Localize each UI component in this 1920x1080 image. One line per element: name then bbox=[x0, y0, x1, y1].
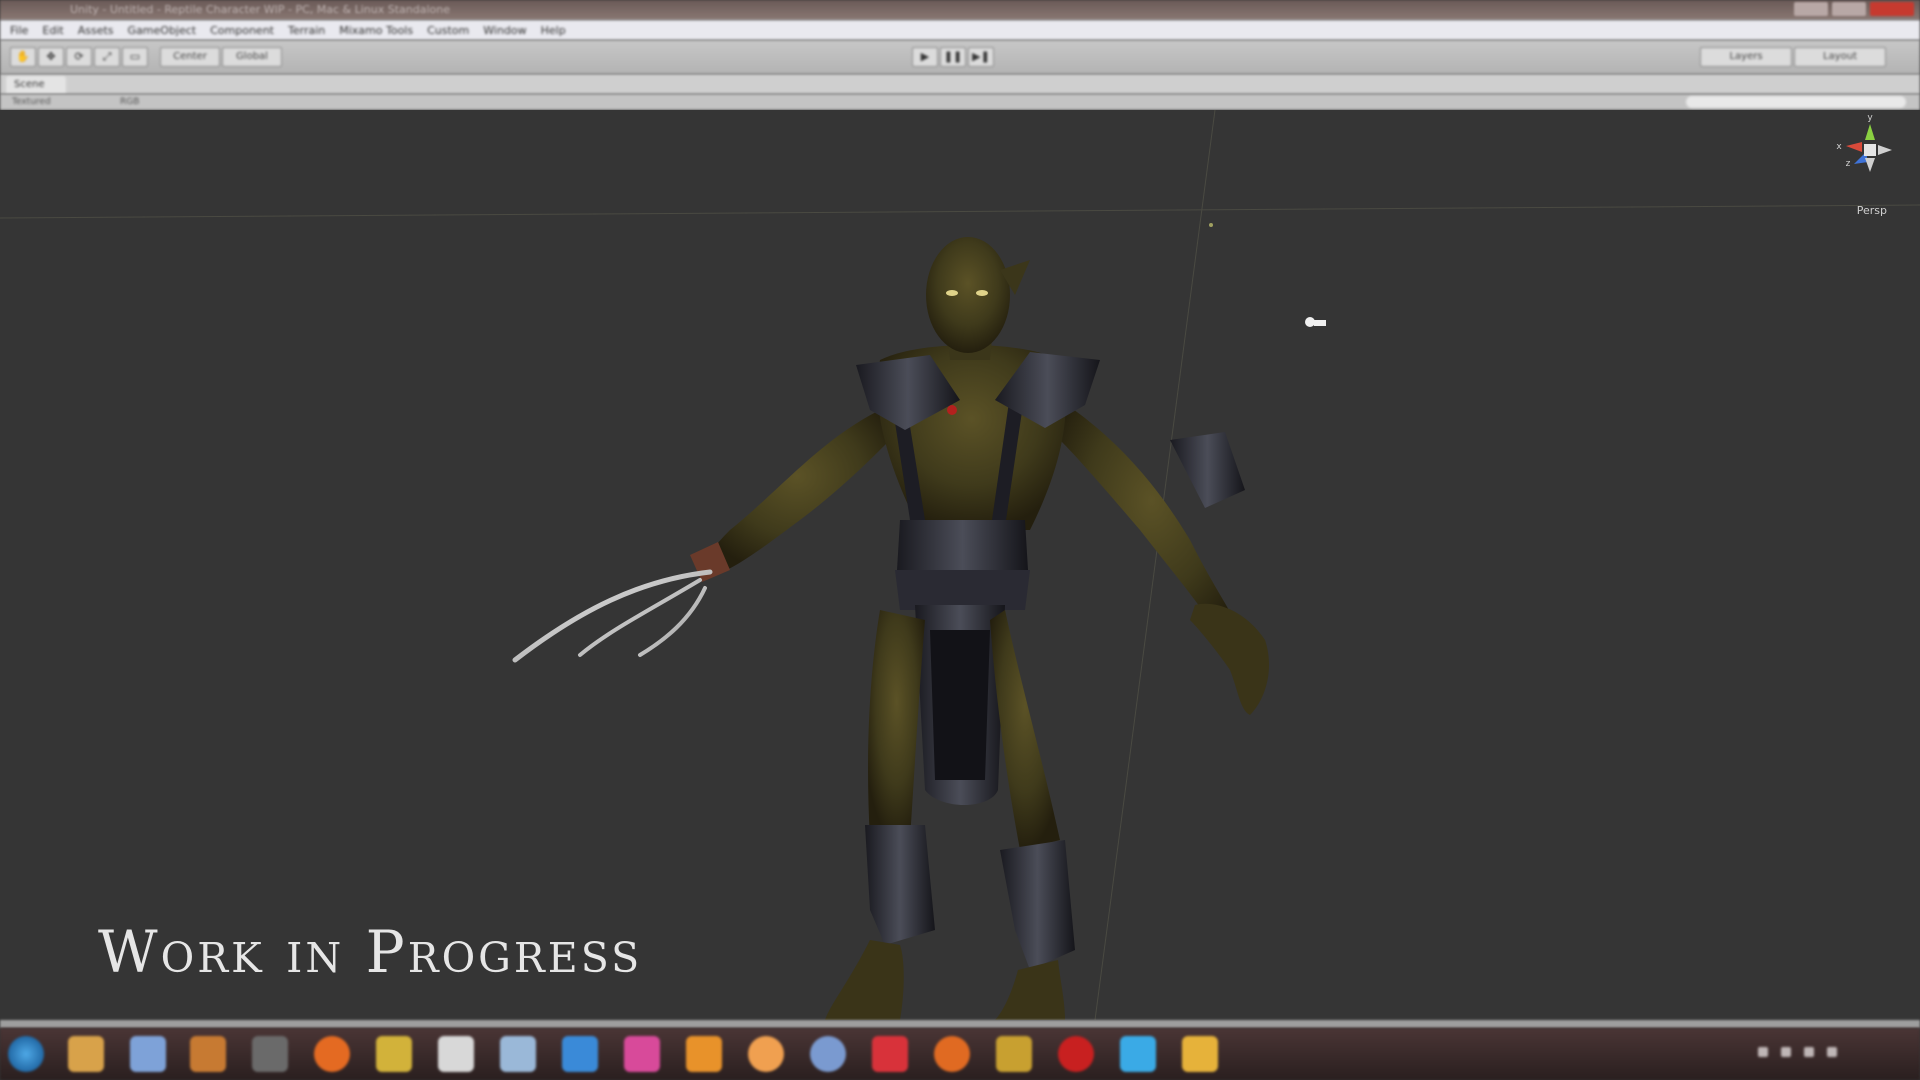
hand-tool-button[interactable]: ✋ bbox=[10, 47, 36, 67]
control-panel-icon[interactable] bbox=[500, 1036, 536, 1072]
menu-custom[interactable]: Custom bbox=[427, 24, 469, 37]
layout-dropdown[interactable]: Layout bbox=[1794, 47, 1886, 67]
paint-icon[interactable] bbox=[1182, 1036, 1218, 1072]
firefox-icon[interactable] bbox=[748, 1036, 784, 1072]
play-icon[interactable]: ▶ bbox=[912, 47, 938, 67]
photoshop-icon[interactable] bbox=[190, 1036, 226, 1072]
title-bar: Unity - Untitled - Reptile Character WIP… bbox=[0, 0, 1920, 20]
character-model[interactable] bbox=[512, 237, 1270, 1020]
main-toolbar: ✋ ✥ ⟳ ⤢ ▭ Center Global ▶ ❚❚ ▶❚ Layers L… bbox=[0, 40, 1920, 74]
opera-icon[interactable] bbox=[1058, 1036, 1094, 1072]
layout-controls: Layers Layout bbox=[1700, 47, 1886, 67]
transform-tools: ✋ ✥ ⟳ ⤢ ▭ bbox=[10, 47, 148, 67]
explorer-icon[interactable] bbox=[130, 1036, 166, 1072]
menu-edit[interactable]: Edit bbox=[42, 24, 63, 37]
work-in-progress-caption: Work in Progress bbox=[98, 918, 643, 986]
orientation-gizmo[interactable]: y x z bbox=[1836, 113, 1892, 172]
render-mode-dropdown[interactable]: RGB bbox=[120, 96, 139, 108]
media-player-icon[interactable] bbox=[624, 1036, 660, 1072]
skype-icon[interactable] bbox=[1120, 1036, 1156, 1072]
clock-icon[interactable] bbox=[1827, 1047, 1838, 1057]
volume-icon[interactable] bbox=[1804, 1047, 1815, 1057]
minimize-button[interactable] bbox=[1794, 2, 1828, 16]
acrobat-icon[interactable] bbox=[872, 1036, 908, 1072]
unity-icon[interactable] bbox=[562, 1036, 598, 1072]
playback-controls: ▶ ❚❚ ▶❚ bbox=[912, 47, 994, 67]
gizmo-axis-z: z bbox=[1846, 159, 1851, 169]
horizontal-scrollbar[interactable] bbox=[0, 1020, 1920, 1028]
firefox-icon[interactable] bbox=[314, 1036, 350, 1072]
pivot-toggle[interactable]: Center bbox=[160, 47, 220, 67]
pause-icon[interactable]: ❚❚ bbox=[940, 47, 966, 67]
space-toggle[interactable]: Global bbox=[222, 47, 282, 67]
scale-tool-button[interactable]: ⤢ bbox=[94, 47, 120, 67]
rotate-tool-button[interactable]: ⟳ bbox=[66, 47, 92, 67]
media-icon[interactable] bbox=[252, 1036, 288, 1072]
folder-icon[interactable] bbox=[68, 1036, 104, 1072]
taskbar bbox=[0, 1028, 1920, 1080]
menu-window[interactable]: Window bbox=[483, 24, 526, 37]
menu-component[interactable]: Component bbox=[210, 24, 274, 37]
menu-assets[interactable]: Assets bbox=[78, 24, 114, 37]
rect-tool-button[interactable]: ▭ bbox=[122, 47, 148, 67]
move-tool-button[interactable]: ✥ bbox=[38, 47, 64, 67]
menu-terrain[interactable]: Terrain bbox=[288, 24, 325, 37]
system-tray[interactable] bbox=[1758, 1042, 1908, 1066]
window-title: Unity - Untitled - Reptile Character WIP… bbox=[70, 3, 450, 16]
gizmo-axis-x: x bbox=[1836, 142, 1842, 152]
camera-gizmo-icon[interactable] bbox=[1305, 317, 1326, 327]
maximize-button[interactable] bbox=[1832, 2, 1866, 16]
window-controls bbox=[1794, 2, 1914, 16]
sublime-icon[interactable] bbox=[686, 1036, 722, 1072]
shading-mode-dropdown[interactable]: Textured bbox=[12, 96, 51, 108]
scene-toolbar: Textured RGB bbox=[0, 94, 1920, 110]
firefox-icon[interactable] bbox=[934, 1036, 970, 1072]
menu-gameobject[interactable]: GameObject bbox=[128, 24, 197, 37]
tab-scene[interactable]: Scene bbox=[6, 76, 66, 94]
gizmo-axis-y: y bbox=[1867, 113, 1873, 123]
scene-viewport[interactable]: y x z Persp Work in Progress bbox=[0, 110, 1920, 1020]
scene-render: y x z bbox=[0, 110, 1920, 1020]
tray-icon[interactable] bbox=[1758, 1047, 1768, 1057]
menu-mixamo-tools[interactable]: Mixamo Tools bbox=[339, 24, 413, 37]
layers-dropdown[interactable]: Layers bbox=[1700, 47, 1792, 67]
grid-line-horizontal bbox=[0, 204, 1920, 219]
projection-label[interactable]: Persp bbox=[1857, 204, 1887, 217]
ai-icon[interactable] bbox=[996, 1036, 1032, 1072]
3dsmax-icon[interactable] bbox=[376, 1036, 412, 1072]
scene-search-input[interactable] bbox=[1686, 96, 1906, 108]
claw-weapon bbox=[512, 569, 713, 663]
start-orb-icon[interactable] bbox=[8, 1036, 44, 1072]
document-icon[interactable] bbox=[438, 1036, 474, 1072]
step-icon[interactable]: ▶❚ bbox=[968, 47, 994, 67]
pivot-controls: Center Global bbox=[160, 47, 282, 67]
menu-help[interactable]: Help bbox=[541, 24, 566, 37]
scene-tab-bar: Scene bbox=[0, 74, 1920, 94]
close-button[interactable] bbox=[1870, 2, 1914, 16]
network-icon[interactable] bbox=[1781, 1047, 1792, 1057]
menu-bar: File Edit Assets GameObject Component Te… bbox=[0, 20, 1920, 40]
grid-origin-dot bbox=[1209, 223, 1213, 227]
chrome-icon[interactable] bbox=[810, 1036, 846, 1072]
menu-file[interactable]: File bbox=[10, 24, 28, 37]
